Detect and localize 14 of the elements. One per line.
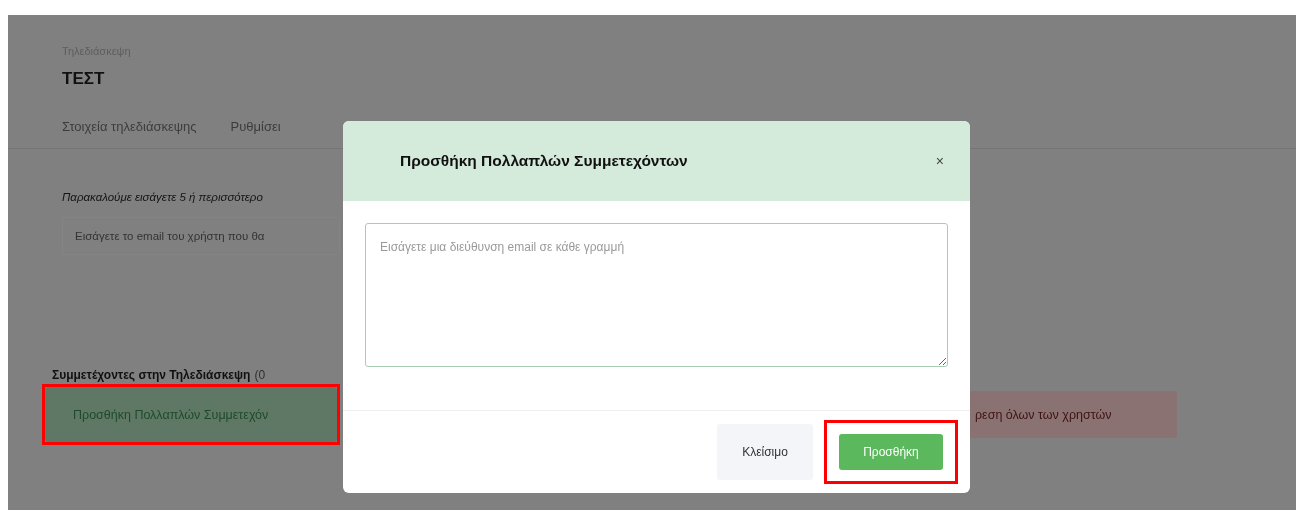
email-field[interactable]: Εισάγετε το email του χρήστη που θα <box>62 217 340 255</box>
remove-all-button[interactable]: ρεση όλων των χρηστών <box>969 391 1177 438</box>
tab[interactable]: Ρυθμίσει <box>230 119 281 134</box>
page-title: ΤΕΣΤ <box>62 69 106 89</box>
close-dialog-button[interactable]: Κλείσιμο <box>717 424 813 480</box>
add-multiple-button[interactable]: Προσθήκη Πολλαπλών Συμμετεχόν <box>45 387 337 442</box>
participants-label: Συμμετέχοντες στην Τηλεδιάσκεψη <box>52 368 251 382</box>
tab[interactable]: Στοιχεία τηλεδιάσκεψης <box>62 119 197 134</box>
add-button[interactable]: Προσθήκη <box>839 434 943 470</box>
email-list-field[interactable]: Εισάγετε μια διεύθυνση email σε κάθε γραμμή <box>365 223 948 367</box>
instruction-text: Παρακαλούμε εισάγετε 5 ή περισσότερο <box>62 191 264 203</box>
participants-count: (0 <box>254 368 266 382</box>
modal-title: Προσθήκη Πολλαπλών Συμμετεχόντων <box>400 152 688 170</box>
close-button[interactable]: × <box>931 153 948 169</box>
